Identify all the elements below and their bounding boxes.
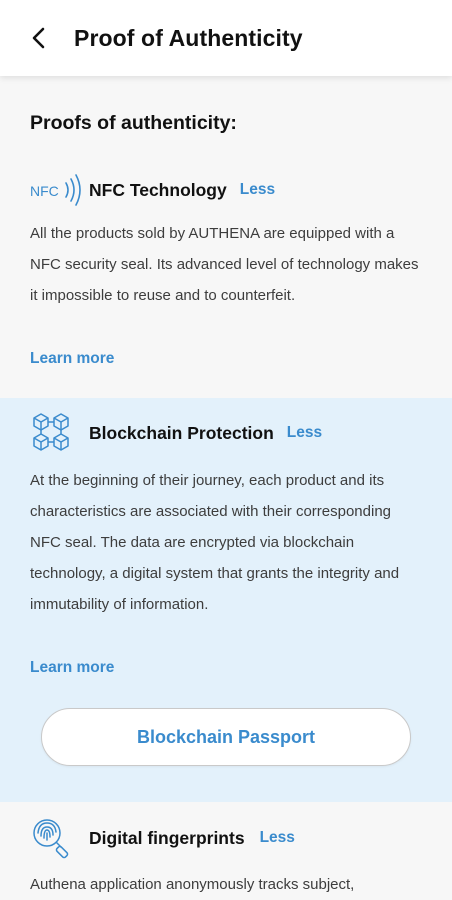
- nfc-card-description: All the products sold by AUTHENA are equ…: [30, 225, 419, 304]
- svg-text:NFC: NFC: [30, 183, 59, 199]
- fingerprints-less-toggle[interactable]: Less: [260, 829, 295, 847]
- app-header: Proof of Authenticity: [0, 0, 452, 76]
- content-area[interactable]: Proofs of authenticity: NFC NFC Technolo…: [0, 76, 452, 900]
- blockchain-passport-button[interactable]: Blockchain Passport: [41, 708, 411, 766]
- page-title: Proof of Authenticity: [74, 24, 303, 51]
- chevron-left-icon: [31, 26, 47, 50]
- nfc-icon: NFC: [30, 170, 86, 210]
- fingerprints-card-title: Digital fingerprints: [89, 827, 245, 848]
- fingerprints-card-description: Authena application anonymously tracks s…: [30, 876, 355, 893]
- nfc-card-title: NFC Technology: [89, 179, 227, 200]
- fingerprints-card: Digital fingerprints Less Authena applic…: [0, 802, 452, 900]
- nfc-less-toggle[interactable]: Less: [240, 181, 275, 199]
- section-heading: Proofs of authenticity:: [30, 112, 237, 134]
- blockchain-learn-more-link[interactable]: Learn more: [30, 659, 114, 677]
- fingerprints-card-header: Digital fingerprints Less: [30, 816, 295, 860]
- nfc-card-header: NFC NFC Technology Less: [30, 170, 275, 210]
- blockchain-icon: [30, 412, 80, 454]
- blockchain-card-title: Blockchain Protection: [89, 422, 274, 443]
- blockchain-card-description: At the beginning of their journey, each …: [30, 472, 400, 613]
- blockchain-card-header: Blockchain Protection Less: [30, 412, 322, 454]
- back-button[interactable]: [24, 23, 54, 53]
- blockchain-less-toggle[interactable]: Less: [287, 424, 322, 442]
- nfc-card: NFC NFC Technology Less All the products…: [0, 154, 452, 378]
- fingerprint-search-icon: [30, 816, 80, 860]
- blockchain-card: Blockchain Protection Less At the beginn…: [0, 398, 452, 802]
- nfc-learn-more-link[interactable]: Learn more: [30, 350, 114, 368]
